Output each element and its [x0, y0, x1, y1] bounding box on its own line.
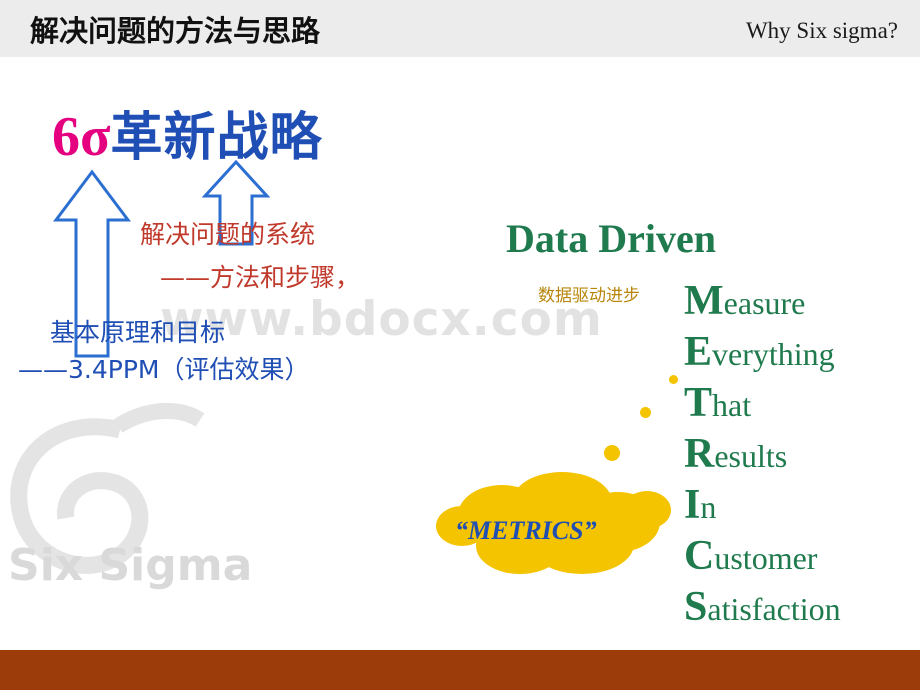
metrics-item-rest: n	[700, 489, 717, 525]
six-sigma-watermark-text: Six Sigma	[8, 540, 253, 591]
data-driven-heading-cn: 数据驱动进步	[538, 286, 640, 306]
metrics-cloud-label: “METRICS”	[455, 516, 597, 545]
trail-dot-medium	[604, 445, 620, 461]
left-note-line-4: ——3.4PPM（评估效果）	[18, 355, 310, 384]
metrics-item: In	[684, 480, 841, 531]
metrics-item-initial: I	[684, 482, 701, 528]
six-sigma-symbol: 6σ	[52, 106, 111, 168]
metrics-item: Everything	[684, 327, 841, 378]
metrics-item: Satisfaction	[684, 582, 841, 633]
metrics-item-initial: C	[684, 533, 715, 579]
trail-dot-small	[640, 407, 651, 418]
metrics-item-rest: easure	[723, 285, 806, 321]
left-note-line-2: ——方法和步骤，	[160, 263, 361, 292]
left-note-line-3: 基本原理和目标	[50, 318, 226, 347]
data-driven-heading: Data Driven	[506, 216, 716, 261]
metrics-item: Customer	[684, 531, 841, 582]
metrics-item-rest: hat	[712, 387, 752, 423]
slide-footer-bar	[0, 650, 920, 690]
metrics-item: Results	[684, 429, 841, 480]
metrics-item: That	[684, 378, 841, 429]
metrics-item-initial: R	[684, 431, 715, 477]
page-title: 解决问题的方法与思路	[30, 14, 321, 48]
metrics-item-rest: verything	[712, 336, 835, 372]
metrics-item: Measure	[684, 276, 841, 327]
metrics-acronym-list: Measure Everything That Results In Custo…	[684, 276, 841, 633]
header-right-label: Why Six sigma?	[745, 18, 898, 43]
metrics-item-initial: S	[684, 584, 708, 630]
six-sigma-strategy-title: 6σ革新战略	[52, 95, 322, 170]
metrics-item-rest: atisfaction	[707, 591, 841, 627]
metrics-item-rest: ustomer	[714, 540, 818, 576]
metrics-item-rest: esults	[714, 438, 788, 474]
metrics-item-initial: M	[684, 278, 724, 324]
six-sigma-title-cn: 革新战略	[110, 108, 323, 168]
metrics-item-initial: E	[684, 329, 713, 375]
trail-dot-small	[669, 375, 678, 384]
left-note-line-1: 解决问题的系统	[140, 220, 316, 249]
slide-root: 解决问题的方法与思路 Why Six sigma? Six Sigma 6σ革新…	[0, 0, 920, 690]
metrics-item-initial: T	[684, 380, 713, 426]
